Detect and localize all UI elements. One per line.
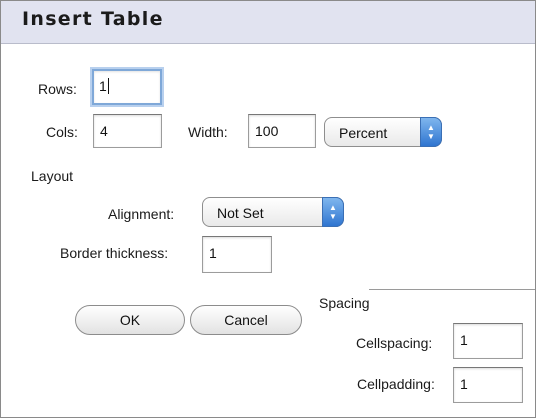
width-unit-value: Percent bbox=[339, 125, 388, 141]
rows-label: Rows: bbox=[38, 81, 77, 97]
rows-input[interactable]: 1 bbox=[92, 69, 162, 105]
width-label: Width: bbox=[188, 124, 228, 140]
rows-value: 1 bbox=[99, 78, 107, 94]
cellspacing-label: Cellspacing: bbox=[356, 335, 433, 351]
cancel-button[interactable]: Cancel bbox=[190, 305, 302, 335]
dialog-title-bar: Insert Table bbox=[1, 1, 535, 44]
spacing-section-label: Spacing bbox=[319, 295, 370, 311]
text-cursor bbox=[107, 78, 109, 94]
cols-input[interactable]: 4 bbox=[93, 114, 162, 148]
up-down-chevron-icon: ▲ ▼ bbox=[420, 117, 442, 147]
cellpadding-input[interactable]: 1 bbox=[453, 367, 523, 403]
width-input[interactable]: 100 bbox=[248, 114, 316, 148]
up-down-chevron-icon: ▲ ▼ bbox=[322, 197, 344, 227]
cols-label: Cols: bbox=[46, 124, 78, 140]
insert-table-dialog: Insert Table Rows: 1 Cols: 4 Width: 100 … bbox=[0, 0, 536, 418]
alignment-value: Not Set bbox=[217, 205, 264, 221]
layout-section-label: Layout bbox=[31, 168, 74, 184]
spacing-divider bbox=[369, 289, 535, 290]
width-unit-select[interactable]: Percent ▲ ▼ bbox=[324, 117, 442, 147]
border-thickness-input[interactable]: 1 bbox=[202, 236, 272, 273]
cellpadding-label: Cellpadding: bbox=[357, 376, 435, 392]
cellspacing-input[interactable]: 1 bbox=[453, 323, 523, 359]
border-thickness-label: Border thickness: bbox=[60, 245, 169, 261]
alignment-label: Alignment: bbox=[108, 206, 175, 222]
alignment-select[interactable]: Not Set ▲ ▼ bbox=[202, 197, 344, 227]
dialog-title: Insert Table bbox=[22, 8, 164, 30]
ok-button[interactable]: OK bbox=[75, 305, 185, 335]
